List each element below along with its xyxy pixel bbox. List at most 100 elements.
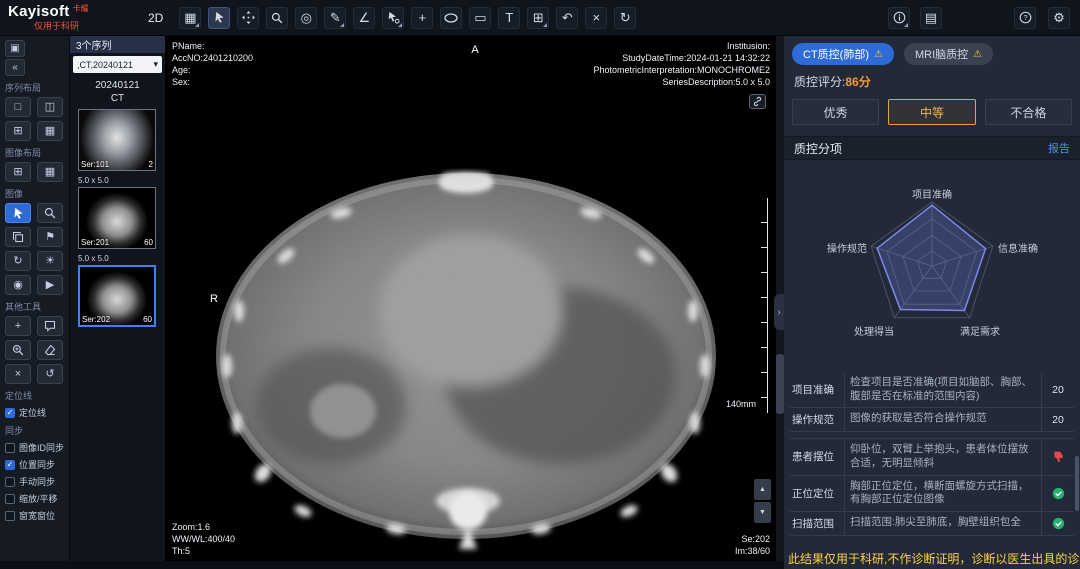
grid-annotate-tool[interactable]: ⊞ (527, 7, 549, 29)
overlay-line: Zoom:1.6 (172, 521, 235, 533)
ct-image[interactable] (191, 161, 741, 561)
overlay-line: PName: (172, 40, 253, 52)
link-icon (752, 96, 763, 107)
target-tool[interactable]: ◎ (295, 7, 317, 29)
grid9-icon: ▦ (45, 167, 55, 178)
angle-tool[interactable]: ∠ (353, 7, 375, 29)
checkbox-zoom-pan-sync[interactable]: 缩放/平移 (5, 492, 64, 505)
report-link[interactable]: 报告 (1048, 140, 1070, 156)
calibrate-tool[interactable]: ◉ (5, 275, 31, 295)
warning-icon: ⚠ (874, 49, 883, 60)
sidebar-tool-grid: □ ◫ ⊞ ▦ (5, 97, 64, 141)
link-series-button[interactable] (749, 94, 766, 109)
series-panel: 3个序列 ,CT,20240121 ▾ 20240121 CT Ser:1012… (70, 36, 166, 561)
series-layout-3x3[interactable]: ▦ (37, 121, 63, 141)
eraser-tool[interactable] (37, 340, 63, 360)
checkbox-locator-line[interactable]: ✓定位线 (5, 406, 64, 419)
overlay-line: WW/WL:400/40 (172, 533, 235, 545)
grade-button[interactable]: 不合格 (985, 99, 1072, 125)
layout-tool[interactable]: ▦ (179, 7, 201, 29)
checkbox-box (5, 511, 15, 521)
send-tool[interactable]: ⚑ (37, 227, 63, 247)
image-viewport[interactable]: PName:AccNO:2401210200Age:Sex: Institusi… (166, 36, 784, 561)
toolbar-tool-group: ▦ ◎ ✎ ∠ + ▭ T ⊞ ↶ × ↻ (179, 7, 636, 29)
checkbox-window-sync[interactable]: 窗宽窗位 (5, 509, 64, 522)
rect-tool[interactable]: ▭ (469, 7, 491, 29)
undo-tool[interactable]: ↶ (556, 7, 578, 29)
close-icon: × (593, 11, 601, 24)
zoom-icon (271, 12, 283, 24)
angle-icon: ∠ (359, 11, 371, 24)
settings-button[interactable]: ⚙ (1048, 7, 1070, 29)
reset-tool[interactable]: ↻ (614, 7, 636, 29)
annotation-add-tool[interactable]: + (5, 316, 31, 336)
image-layout-2x2[interactable]: ⊞ (5, 162, 31, 182)
report-export[interactable]: ▤ (920, 7, 942, 29)
series-count-header: 3个序列 (70, 36, 165, 53)
brand-name: Kayisoft (8, 3, 70, 20)
pointer-tool[interactable] (208, 7, 230, 29)
slice-scrollbar-thumb[interactable] (776, 354, 784, 414)
series-thumbnail[interactable]: Ser:20160 (78, 187, 156, 249)
ellipse-tool[interactable] (440, 7, 462, 29)
overlay-line: Age: (172, 64, 253, 76)
qc-tab-label: MRI脑质控 (915, 46, 968, 62)
grade-button[interactable]: 优秀 (792, 99, 879, 125)
comment-tool[interactable] (37, 316, 63, 336)
checkbox-image-id-sync[interactable]: 图像ID同步 (5, 441, 64, 454)
left-tool-sidebar: ▣« 序列布局□◫⊞▦图像布局⊞▦图像⚑↻☀◉▶其他工具+×↺定位线✓定位线同步… (0, 36, 70, 561)
pan-tool[interactable] (237, 7, 259, 29)
disc-icon: ◉ (13, 280, 23, 291)
info-menu[interactable] (888, 7, 910, 29)
panel-toggle[interactable]: ▣ (5, 40, 25, 57)
study-dropdown[interactable]: ,CT,20240121 ▾ (73, 56, 162, 73)
grid4-icon: ⊞ (13, 167, 22, 178)
zoom-tool[interactable] (266, 7, 288, 29)
panel-scrollbar-thumb[interactable] (1075, 456, 1079, 511)
brightness-tool[interactable]: ☀ (37, 251, 63, 271)
series-layout-1x2[interactable]: ◫ (37, 97, 63, 117)
plus-icon: + (15, 321, 21, 332)
delete-tool[interactable]: × (585, 7, 607, 29)
collapse-sidebar[interactable]: « (5, 59, 25, 76)
image-layout-3x3[interactable]: ▦ (37, 162, 63, 182)
copy-tool[interactable] (5, 227, 31, 247)
sidebar-section-label: 其他工具 (5, 300, 64, 313)
right-panel-collapse-handle[interactable]: › (774, 294, 784, 330)
cine-play-tool[interactable]: ▶ (37, 275, 63, 295)
roi-zoom-tool[interactable] (5, 340, 31, 360)
next-slice-button[interactable]: ▼ (754, 502, 771, 523)
zoom-icon (44, 207, 56, 219)
grade-button[interactable]: 中等 (888, 99, 975, 125)
series-layout-2x2[interactable]: ⊞ (5, 121, 31, 141)
series-thumbnail[interactable]: Ser:20260 (78, 265, 156, 327)
qc-tab[interactable]: CT质控(肺部)⚠ (792, 43, 894, 65)
image-count-label: 60 (143, 315, 152, 324)
checkbox-position-sync[interactable]: ✓位置同步 (5, 458, 64, 471)
add-tool[interactable]: + (411, 7, 433, 29)
text-tool[interactable]: T (498, 7, 520, 29)
restore-tool[interactable]: ↺ (37, 364, 63, 384)
close-icon: × (15, 369, 21, 380)
qc-item-description: 仰卧位，双臂上举抱头，患者体位摆放合适，无明显倾斜 (844, 439, 1042, 474)
rect-icon: ▭ (474, 11, 486, 24)
eraser-icon (44, 344, 56, 356)
rotate-tool[interactable]: ↻ (5, 251, 31, 271)
probe-tool[interactable] (382, 7, 404, 29)
research-disclaimer: 此结果仅用于科研,不作诊断证明，诊断以医生出具的诊断 (788, 550, 1080, 567)
previous-slice-button[interactable]: ▲ (754, 479, 771, 500)
sidebar-top-controls: ▣« (5, 40, 64, 76)
qc-tab[interactable]: MRI脑质控⚠ (904, 43, 993, 65)
top-toolbar: Kayisoft卡耀 仅用于科研 2D ▦◎✎∠+▭T⊞↶×↻ ▤ ?⚙ (0, 0, 1080, 36)
scale-ruler (761, 198, 768, 413)
magnify-tool[interactable] (37, 203, 63, 223)
flag-icon: ⚑ (45, 232, 55, 243)
checkbox-manual-sync[interactable]: 手动同步 (5, 475, 64, 488)
copy-icon (12, 231, 24, 243)
select-tool[interactable] (5, 203, 31, 223)
clear-tool[interactable]: × (5, 364, 31, 384)
series-layout-1x1[interactable]: □ (5, 97, 31, 117)
series-thumbnail[interactable]: Ser:1012 (78, 109, 156, 171)
help-button[interactable]: ? (1014, 7, 1036, 29)
measure-tool[interactable]: ✎ (324, 7, 346, 29)
